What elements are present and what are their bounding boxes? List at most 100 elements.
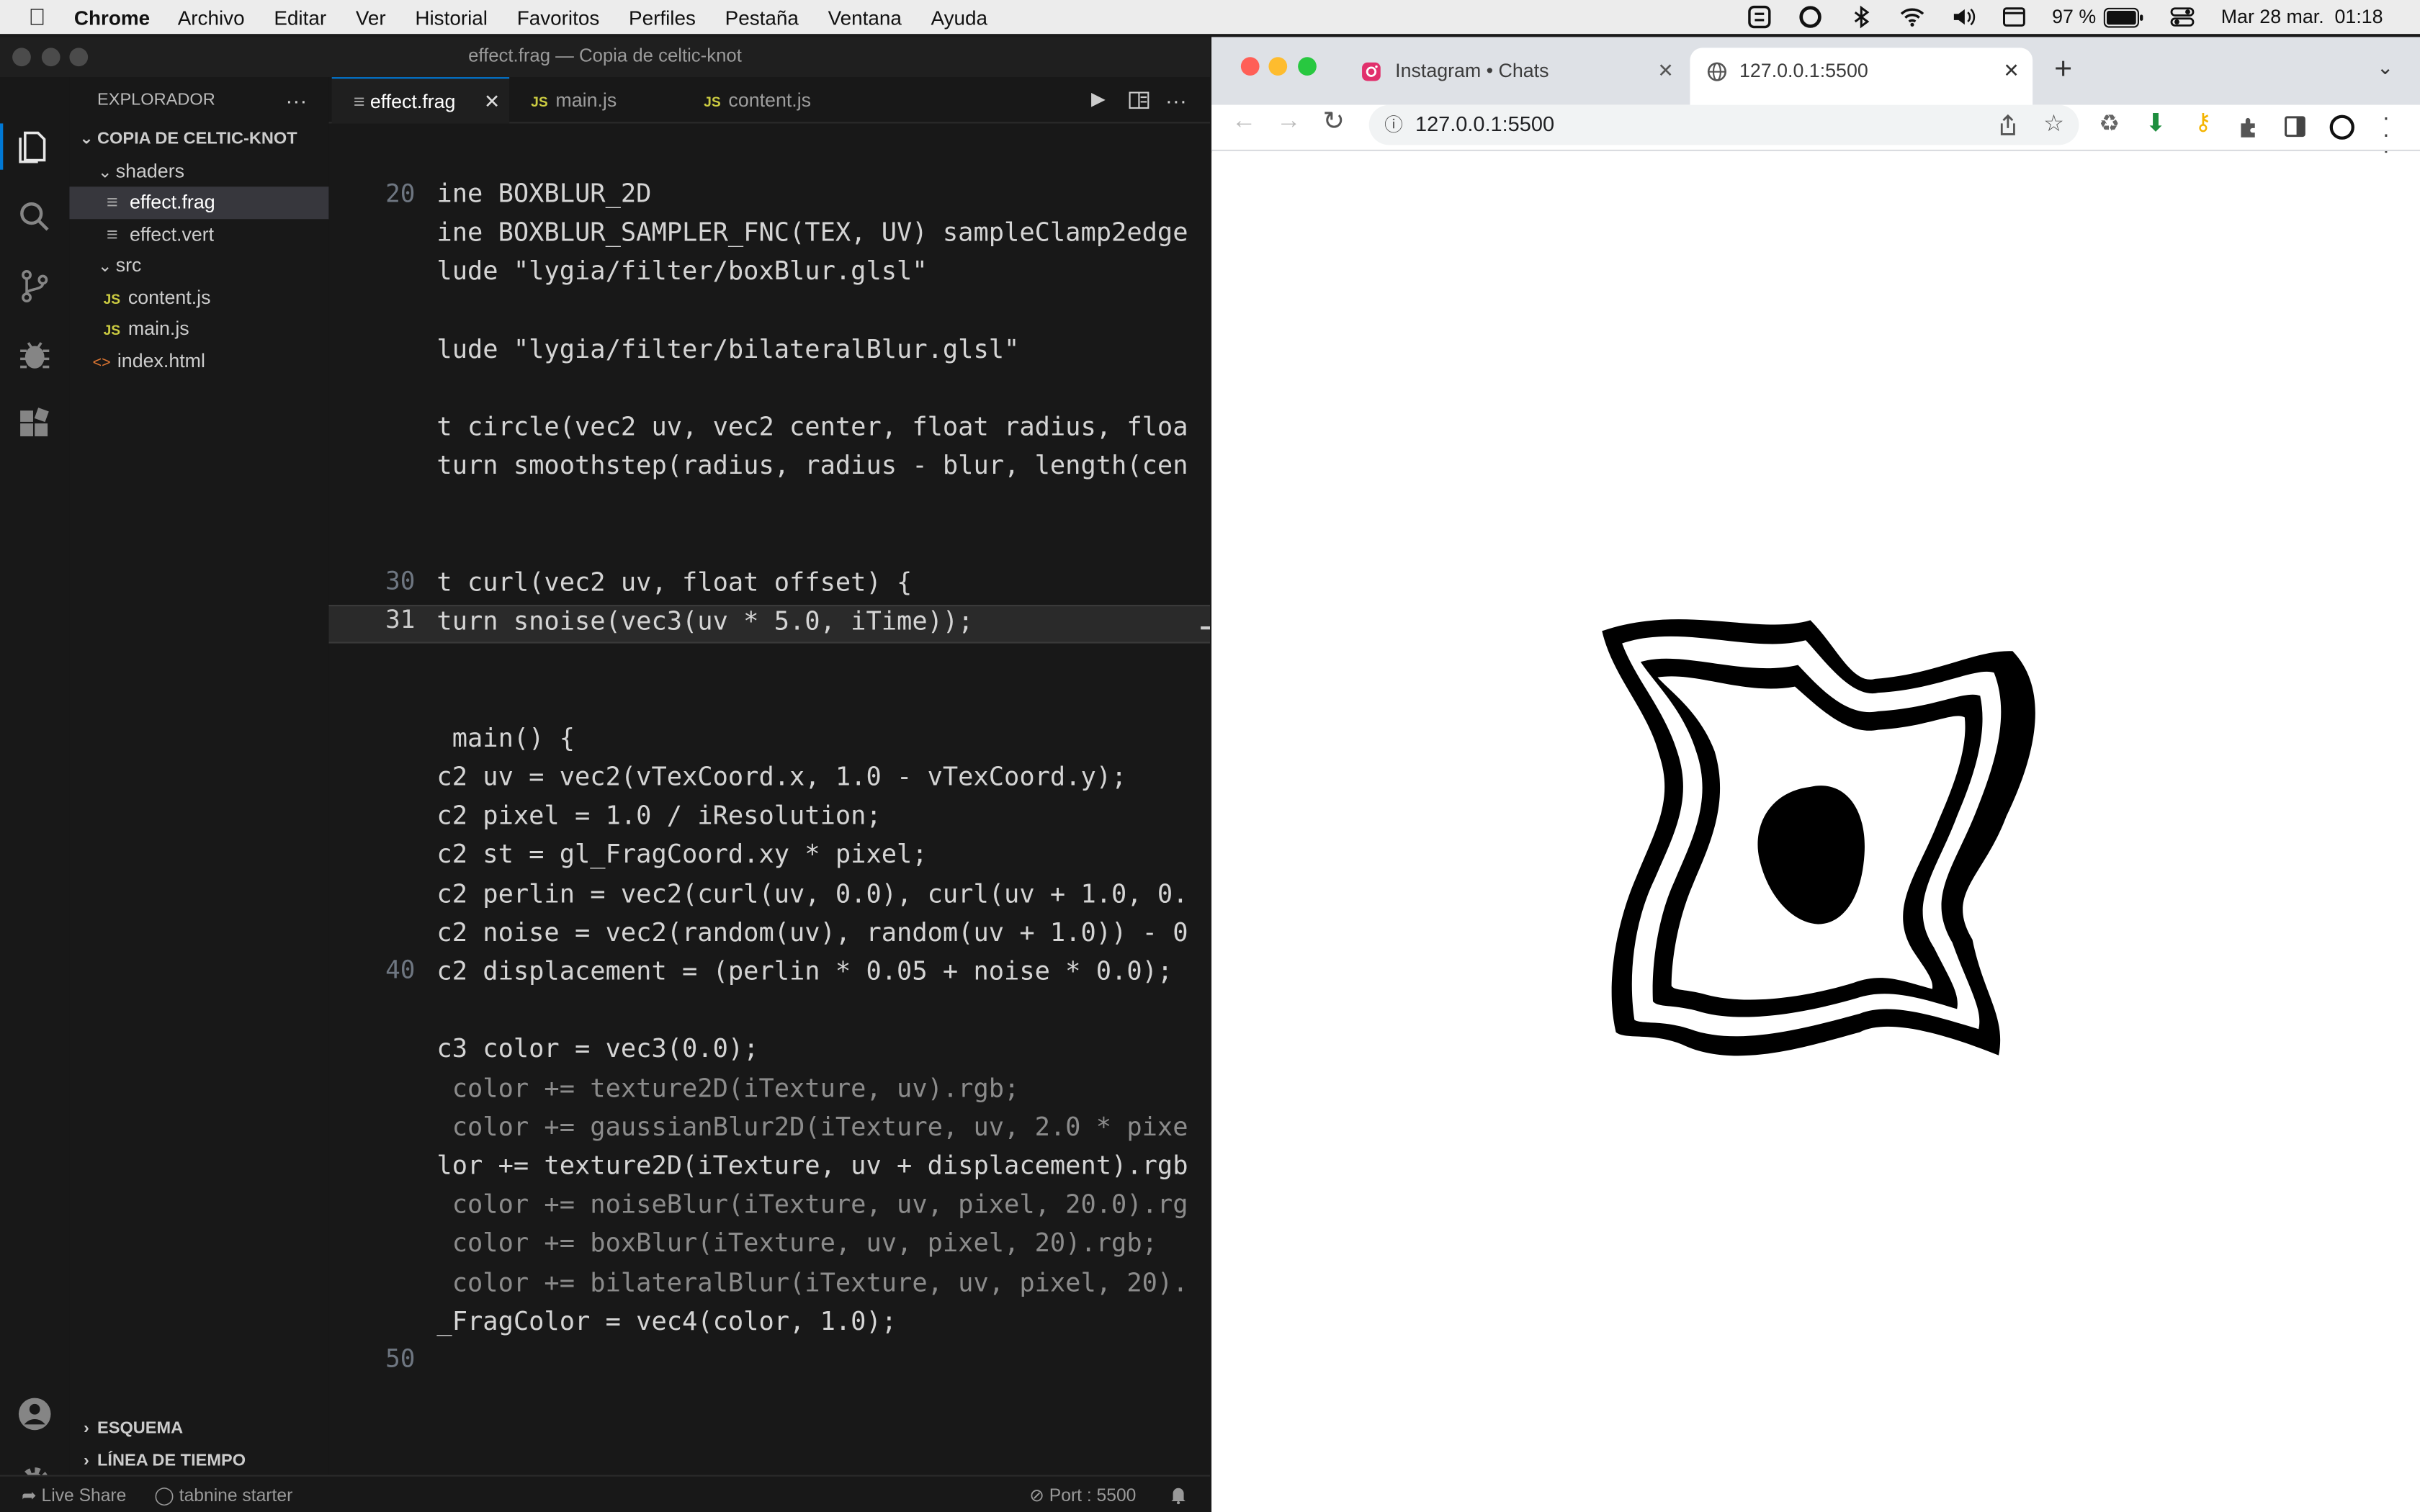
- volume-icon[interactable]: [1950, 4, 1975, 29]
- minimize-window-button[interactable]: [1268, 57, 1288, 76]
- tab-search-icon[interactable]: ⌄: [2377, 55, 2393, 80]
- outline-section[interactable]: › ESQUEMA: [69, 1413, 328, 1445]
- webpage-canvas[interactable]: [1211, 153, 2420, 1512]
- tab-content-js[interactable]: JS content.js: [682, 77, 867, 123]
- bookmark-star-icon[interactable]: ☆: [2043, 105, 2064, 145]
- code-line: c2 pixel = 1.0 / iResolution;: [436, 801, 882, 831]
- code-line: lude "lygia/filter/bilateralBlur.glsl": [436, 334, 1020, 364]
- chrome-tab-strip: Instagram • Chats ✕ 127.0.0.1:5500 ✕ + ⌄: [1211, 37, 2420, 105]
- menu-item-editar[interactable]: Editar: [274, 6, 326, 29]
- explorer-icon[interactable]: [15, 128, 54, 167]
- chevron-down-icon: ⌄: [97, 257, 112, 276]
- tree-file-effect-frag[interactable]: ≡ effect.frag: [69, 186, 329, 219]
- zoom-window-button[interactable]: [69, 48, 89, 67]
- extensions-puzzle-icon[interactable]: [2238, 116, 2261, 139]
- tree-folder-shaders[interactable]: ⌄ shaders: [69, 155, 328, 186]
- menu-item-favoritos[interactable]: Favoritos: [517, 6, 600, 29]
- chevron-down-icon: ⌄: [79, 130, 94, 148]
- zoom-window-button[interactable]: [1298, 57, 1317, 76]
- code-line: ine BOXBLUR_2D: [436, 179, 652, 209]
- tabnine-status[interactable]: ◯ tabnine starter: [154, 1484, 292, 1506]
- tab-instagram[interactable]: Instagram • Chats ✕: [1344, 48, 1687, 104]
- tree-file-main-js[interactable]: JS main.js: [69, 313, 328, 345]
- close-window-button[interactable]: [12, 48, 31, 67]
- menu-item-ayuda[interactable]: Ayuda: [931, 6, 988, 29]
- run-debug-icon[interactable]: [15, 336, 54, 375]
- port-status[interactable]: ⊘ Port : 5500: [1029, 1484, 1136, 1506]
- menu-item-perfiles[interactable]: Perfiles: [629, 6, 696, 29]
- file-lines-icon: ≡: [106, 191, 118, 213]
- battery-status[interactable]: 97 %: [2052, 6, 2144, 28]
- vscode-titlebar: effect.frag — Copia de celtic-knot: [0, 37, 1210, 78]
- profile-icon[interactable]: [2329, 114, 2355, 140]
- menu-item-archivo[interactable]: Archivo: [178, 6, 245, 29]
- menu-app-name[interactable]: Chrome: [74, 6, 150, 29]
- bell-icon[interactable]: [1170, 1486, 1187, 1505]
- tab-label: content.js: [728, 89, 812, 112]
- tree-file-index-html[interactable]: <> index.html: [69, 345, 328, 377]
- tab-localhost[interactable]: 127.0.0.1:5500 ✕: [1690, 48, 2033, 105]
- code-line: turn smoothstep(radius, radius - blur, l…: [436, 451, 1188, 481]
- close-tab-icon[interactable]: ✕: [1657, 48, 1673, 94]
- line-number: 50: [385, 1344, 416, 1374]
- download-extension-icon[interactable]: ⬇: [2146, 108, 2166, 139]
- extensions-icon[interactable]: [15, 406, 54, 445]
- live-share-icon: ➦: [22, 1487, 42, 1506]
- more-actions-icon[interactable]: ···: [285, 77, 307, 123]
- tree-file-effect-vert[interactable]: ≡ effect.vert: [69, 218, 328, 250]
- menu-item-ver[interactable]: Ver: [356, 6, 386, 29]
- chevron-right-icon: ›: [84, 1419, 89, 1439]
- new-tab-icon[interactable]: +: [2054, 53, 2072, 88]
- code-line: lude "lygia/filter/boxBlur.glsl": [436, 256, 928, 287]
- site-info-icon[interactable]: ⓘ: [1384, 105, 1403, 145]
- menu-item-ventana[interactable]: Ventana: [828, 6, 902, 29]
- run-icon[interactable]: ▶: [1091, 88, 1106, 109]
- code-line: turn snoise(vec3(uv * 5.0, iTime));: [436, 606, 974, 636]
- search-icon[interactable]: [15, 197, 54, 236]
- control-center-icon[interactable]: [2170, 4, 2195, 29]
- js-file-icon: JS: [103, 290, 121, 307]
- key-extension-icon[interactable]: ⚷: [2195, 108, 2212, 135]
- recycle-extension-icon[interactable]: ♻: [2099, 109, 2120, 137]
- code-line: c2 perlin = vec2(curl(uv, 0.0), curl(uv …: [436, 878, 1188, 909]
- tab-effect-frag[interactable]: ≡ effect.frag ✕: [331, 77, 510, 125]
- window-title: effect.frag — Copia de celtic-knot: [468, 45, 742, 67]
- tree-file-content-js[interactable]: JS content.js: [69, 282, 328, 313]
- sync-icon[interactable]: [1747, 4, 1771, 29]
- address-bar[interactable]: ⓘ 127.0.0.1:5500 ☆: [1368, 104, 2079, 145]
- editor-more-icon[interactable]: ···: [1165, 77, 1187, 123]
- wifi-icon[interactable]: [1899, 4, 1924, 29]
- share-icon[interactable]: [1997, 114, 2019, 136]
- clock[interactable]: Mar 28 mar. 01:18: [2221, 6, 2383, 28]
- back-icon[interactable]: ←: [1232, 108, 1256, 136]
- live-share-status[interactable]: ➦ Live Share: [22, 1484, 126, 1506]
- tree-item-label: effect.vert: [130, 222, 215, 245]
- code-line: c2 st = gl_FragCoord.xy * pixel;: [436, 840, 928, 870]
- side-panel-icon[interactable]: [2284, 116, 2305, 138]
- code-line: main() {: [436, 723, 575, 753]
- tree-folder-src[interactable]: ⌄ src: [69, 250, 328, 282]
- accounts-icon[interactable]: [15, 1395, 54, 1434]
- apple-icon[interactable]: : [0, 4, 74, 30]
- editor-tabs: ≡ effect.frag ✕ JS main.js JS content.js ▶…: [328, 77, 1210, 125]
- reload-icon[interactable]: ↻: [1322, 107, 1345, 138]
- code-line: color += texture2D(iTexture, uv).rgb;: [436, 1073, 1020, 1103]
- project-folder[interactable]: ⌄ COPIA DE CELTIC-KNOT: [69, 123, 328, 155]
- minimize-window-button[interactable]: [41, 48, 60, 67]
- line-number: 40: [385, 955, 416, 985]
- timeline-section[interactable]: › LÍNEA DE TIEMPO: [69, 1446, 328, 1477]
- close-tab-icon[interactable]: ✕: [2003, 48, 2019, 94]
- split-editor-icon[interactable]: [1128, 89, 1150, 111]
- menu-item-pestana[interactable]: Pestaña: [725, 6, 799, 29]
- calendar-icon[interactable]: [2001, 4, 2025, 29]
- circle-app-icon[interactable]: [1798, 4, 1822, 29]
- close-tab-icon[interactable]: ✕: [484, 78, 500, 125]
- close-window-button[interactable]: [1240, 57, 1260, 76]
- tab-main-js[interactable]: JS main.js: [509, 77, 682, 123]
- bluetooth-icon[interactable]: [1848, 4, 1873, 29]
- code-area[interactable]: 20 30 31 40 50 ine BOXBLUR_2D ine BOXBLUR…: [328, 139, 1210, 1420]
- js-file-icon: JS: [103, 322, 121, 338]
- menu-item-historial[interactable]: Historial: [415, 6, 488, 29]
- source-control-icon[interactable]: [15, 267, 54, 306]
- forward-icon[interactable]: →: [1276, 108, 1301, 136]
